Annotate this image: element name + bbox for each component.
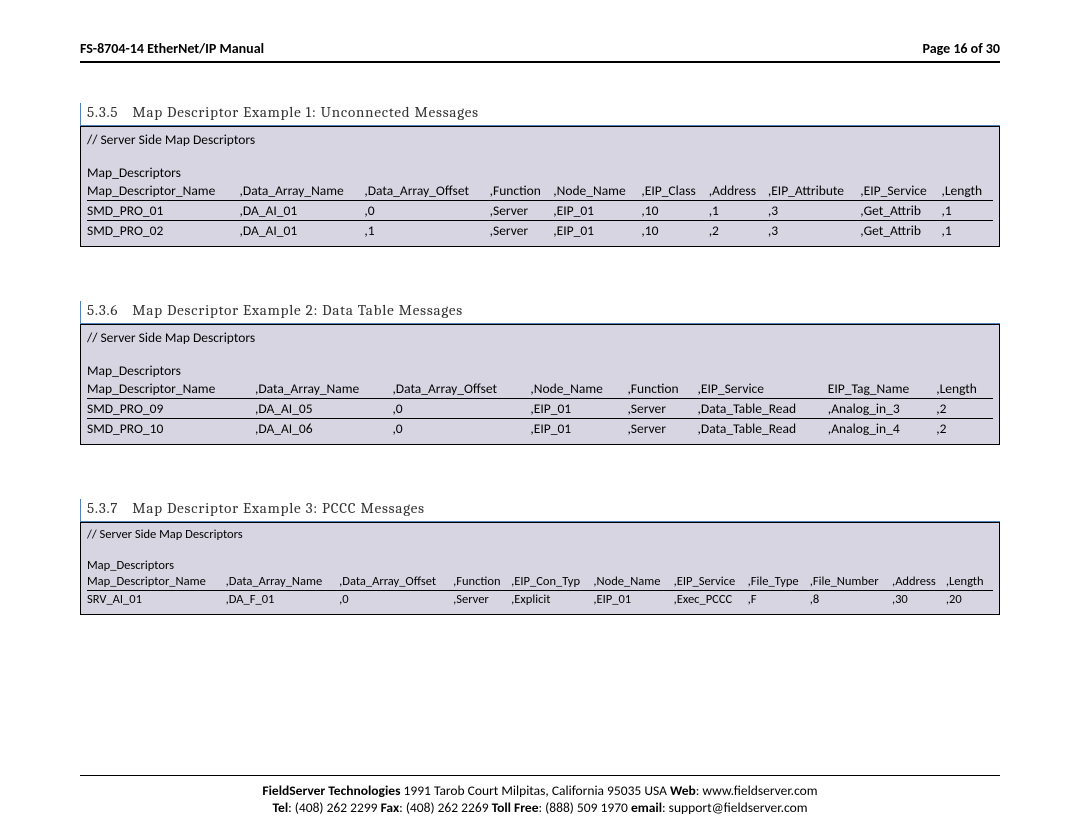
code-block-536: // Server Side Map Descriptors Map_Descr…: [80, 324, 1000, 445]
footer-line1: FieldServer Technologies 1991 Tarob Cour…: [80, 782, 1000, 799]
footer-line2: Tel: (408) 262 2299 Fax: (408) 262 2269 …: [80, 799, 1000, 816]
descriptor-table-535: Map_Descriptor_Name ,Data_Array_Name ,Da…: [87, 181, 993, 240]
section-title: Map Descriptor Example 3: PCCC Messages: [132, 499, 425, 517]
section-heading-536: 5.3.6 Map Descriptor Example 2: Data Tab…: [80, 301, 1000, 324]
page-header: FS-8704-14 EtherNet/IP Manual Page 16 of…: [80, 40, 1000, 61]
section-num: 5.3.7: [87, 499, 118, 517]
comment-line: // Server Side Map Descriptors: [87, 329, 993, 346]
code-block-537: // Server Side Map Descriptors Map_Descr…: [80, 522, 1000, 615]
descriptor-table-536: Map_Descriptor_Name ,Data_Array_Name ,Da…: [87, 379, 993, 438]
comment-line: // Server Side Map Descriptors: [87, 131, 993, 148]
table-row: SMD_PRO_01 ,DA_AI_01 ,0 ,Server ,EIP_01 …: [87, 201, 993, 221]
table-row: SMD_PRO_09 ,DA_AI_05 ,0 ,EIP_01 ,Server …: [87, 399, 993, 419]
descriptor-table-537: Map_Descriptor_Name ,Data_Array_Name ,Da…: [87, 573, 993, 608]
section-title: Map Descriptor Example 2: Data Table Mes…: [132, 301, 463, 319]
section-heading-537: 5.3.7 Map Descriptor Example 3: PCCC Mes…: [80, 499, 1000, 522]
table-row: SMD_PRO_10 ,DA_AI_06 ,0 ,EIP_01 ,Server …: [87, 419, 993, 439]
section-num: 5.3.5: [87, 103, 118, 121]
table-row: Map_Descriptor_Name ,Data_Array_Name ,Da…: [87, 181, 993, 201]
header-rule: [80, 61, 1000, 63]
section-heading-535: 5.3.5 Map Descriptor Example 1: Unconnec…: [80, 103, 1000, 126]
page-footer: FieldServer Technologies 1991 Tarob Cour…: [80, 775, 1000, 816]
page-number: Page 16 of 30: [923, 40, 1000, 57]
footer-rule: [80, 775, 1000, 776]
doc-title: FS-8704-14 EtherNet/IP Manual: [80, 40, 264, 57]
section-title: Map Descriptor Example 1: Unconnected Me…: [132, 103, 479, 121]
code-block-535: // Server Side Map Descriptors Map_Descr…: [80, 126, 1000, 247]
table-row: Map_Descriptor_Name ,Data_Array_Name ,Da…: [87, 379, 993, 399]
section-num: 5.3.6: [87, 301, 118, 319]
block-label: Map_Descriptors: [87, 362, 993, 379]
block-label: Map_Descriptors: [87, 164, 993, 181]
table-row: Map_Descriptor_Name ,Data_Array_Name ,Da…: [87, 573, 993, 591]
comment-line: // Server Side Map Descriptors: [87, 527, 993, 542]
table-row: SRV_AI_01 ,DA_F_01 ,0 ,Server ,Explicit …: [87, 591, 993, 609]
block-label: Map_Descriptors: [87, 558, 993, 573]
table-row: SMD_PRO_02 ,DA_AI_01 ,1 ,Server ,EIP_01 …: [87, 221, 993, 241]
